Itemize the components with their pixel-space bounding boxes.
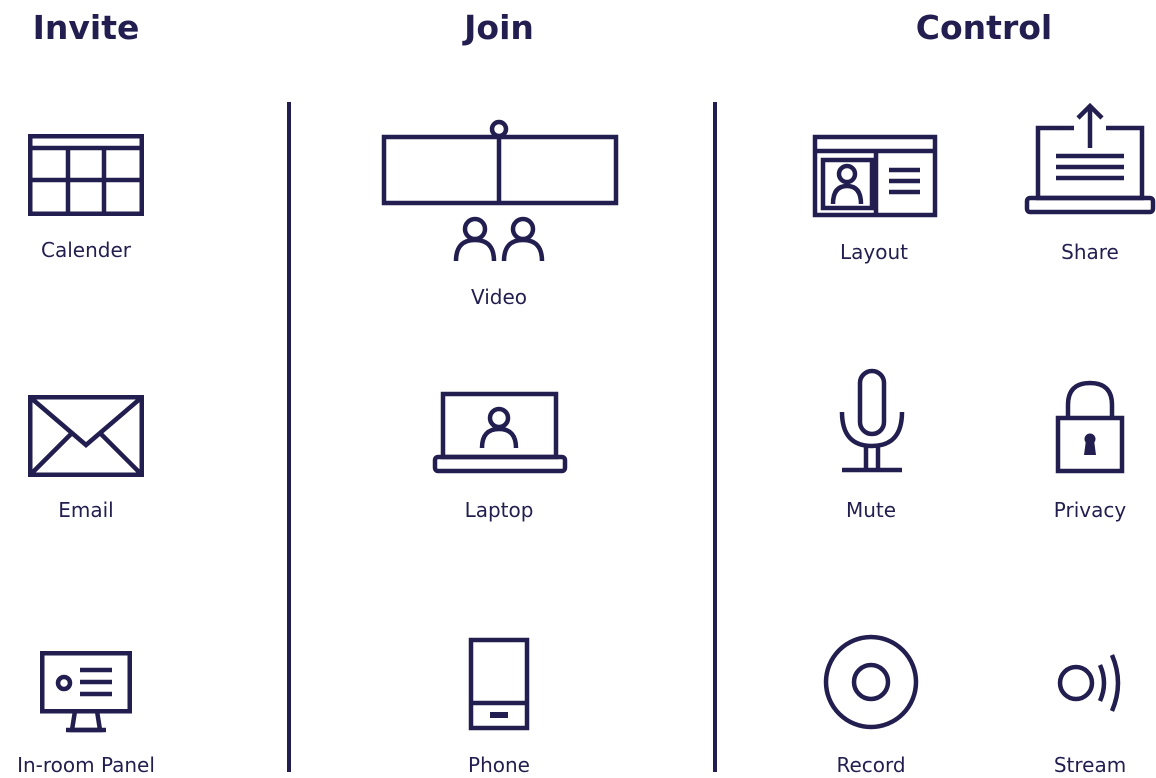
divider-invite-join: [287, 102, 291, 772]
layout-icon: [812, 134, 938, 218]
in-room-panel-label: In-room Panel: [17, 753, 155, 777]
envelope-icon: [28, 395, 144, 477]
privacy-label: Privacy: [1053, 498, 1127, 522]
lock-icon: [1055, 380, 1125, 474]
stream-label: Stream: [1053, 753, 1127, 777]
record-icon: [823, 634, 919, 730]
calendar-label: Calender: [41, 238, 131, 262]
share-label: Share: [1061, 240, 1119, 264]
room-panel-icon: [40, 651, 132, 733]
email-label: Email: [58, 498, 114, 522]
stream-icon: [1057, 654, 1121, 712]
phone-icon: [468, 637, 530, 731]
microphone-icon: [839, 368, 905, 473]
join-heading: Join: [464, 8, 534, 47]
mute-label: Mute: [845, 498, 897, 522]
calendar-icon: [28, 134, 144, 216]
layout-label: Layout: [840, 240, 908, 264]
divider-join-control: [713, 102, 717, 772]
invite-heading: Invite: [32, 8, 140, 47]
control-heading: Control: [915, 8, 1053, 47]
video-bar-icon: [381, 119, 619, 262]
laptop-label: Laptop: [464, 498, 534, 522]
laptop-icon: [432, 391, 568, 474]
record-label: Record: [836, 753, 906, 777]
phone-label: Phone: [468, 753, 530, 777]
share-icon: [1024, 102, 1156, 215]
video-label: Video: [470, 285, 528, 309]
